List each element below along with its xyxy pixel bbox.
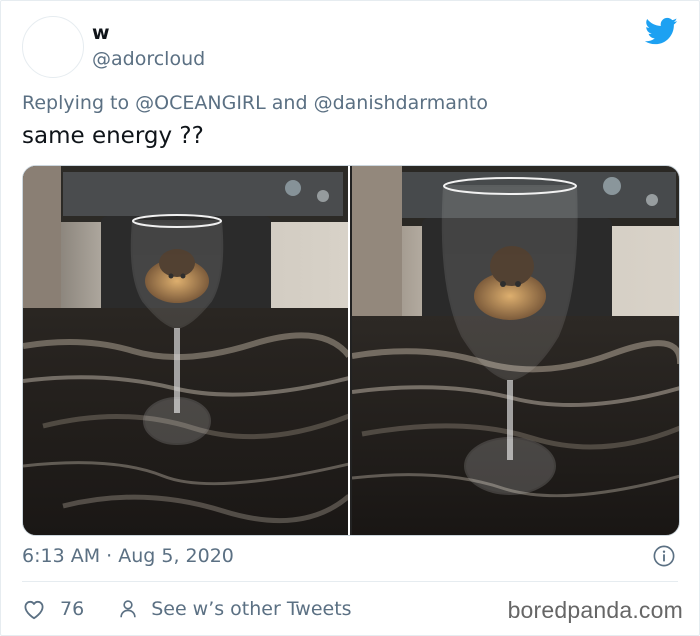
reply-context: Replying to @OCEANGIRL and @danishdarman… <box>22 90 488 116</box>
display-name[interactable]: w <box>92 22 110 44</box>
twitter-bird-icon[interactable] <box>645 17 678 46</box>
see-other-tweets-label: See w’s other Tweets <box>151 598 352 620</box>
reply-and: and <box>271 92 308 114</box>
see-other-tweets-link[interactable]: See w’s other Tweets <box>117 598 352 620</box>
photo-right[interactable] <box>352 166 679 535</box>
tweet-timestamp[interactable]: 6:13 AM · Aug 5, 2020 <box>22 543 234 569</box>
heart-icon <box>24 600 44 620</box>
reply-user-link-2[interactable]: @danishdarmanto <box>314 92 488 114</box>
user-handle[interactable]: @adorcloud <box>92 47 205 71</box>
tweet-text: same energy ?? <box>22 123 204 149</box>
watermark: boredpanda.com <box>507 597 683 623</box>
media-grid <box>22 165 680 536</box>
info-icon[interactable] <box>653 545 675 567</box>
like-button[interactable]: 76 <box>22 597 84 621</box>
media-divider <box>348 166 350 535</box>
avatar[interactable] <box>22 16 84 78</box>
reply-user-link-1[interactable]: @OCEANGIRL <box>135 92 266 114</box>
divider <box>22 581 678 582</box>
tweet-actions: 76 See w’s other Tweets <box>22 594 352 624</box>
photo-left[interactable] <box>23 166 348 535</box>
person-icon <box>120 600 136 618</box>
like-count: 76 <box>60 598 85 620</box>
reply-prefix: Replying to <box>22 92 130 114</box>
